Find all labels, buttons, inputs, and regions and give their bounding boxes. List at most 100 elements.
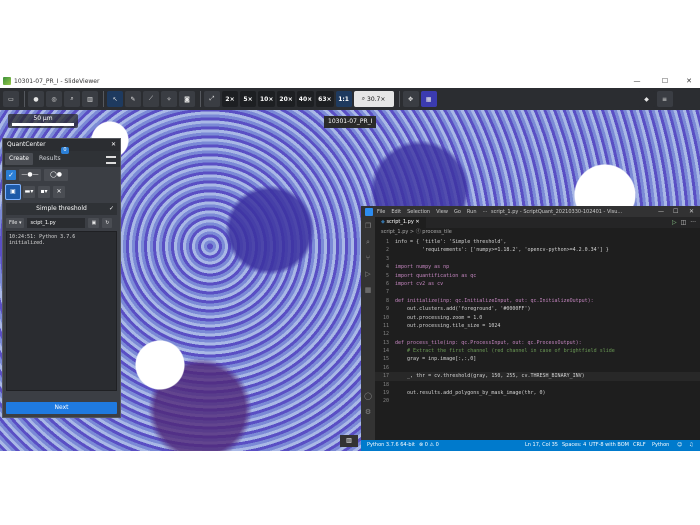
vscode-maximize-button[interactable]: ☐ — [673, 206, 678, 217]
script-icon[interactable]: ▣ — [5, 184, 21, 200]
editor-tab[interactable]: ◆ script_1.py ✕ — [375, 217, 426, 228]
extensions-icon[interactable]: ▦ — [361, 283, 375, 297]
status-indentation[interactable]: Spaces: 4 — [562, 440, 586, 451]
more-actions-icon[interactable]: ··· — [690, 219, 696, 226]
line-tool-icon[interactable]: —●— — [19, 169, 41, 181]
run-icon[interactable]: ▷ — [672, 219, 677, 226]
vscode-minimize-button[interactable]: — — [658, 206, 664, 217]
results-count-badge: 0 — [61, 147, 69, 154]
code-line[interactable]: 15 gray = inp.image[:,:,0] — [375, 355, 700, 363]
code-line[interactable]: 6 import cv2 as cv — [375, 280, 700, 288]
search-icon[interactable]: ⌕ — [64, 91, 80, 107]
code-line[interactable]: 3 — [375, 255, 700, 263]
edit-icon[interactable]: ▣ — [88, 218, 100, 228]
minimize-button[interactable]: — — [626, 74, 648, 88]
feedback-icon[interactable]: ☺ — [677, 440, 682, 451]
run-debug-icon[interactable]: ▷ — [361, 267, 375, 281]
panel-toggle-icon[interactable]: ▥ — [340, 435, 358, 447]
zoom-20x-button[interactable]: 20× — [277, 91, 295, 107]
status-eol[interactable]: CRLF — [633, 440, 646, 451]
annotation-icon[interactable]: ✎ — [125, 91, 141, 107]
account-icon[interactable]: ◯ — [361, 389, 375, 403]
pointer-icon[interactable]: ↖ — [107, 91, 123, 107]
code-line[interactable]: 13 def process_tile(inp: qc.ProcessInput,… — [375, 339, 700, 347]
line-number: 9 — [385, 306, 389, 313]
vscode-close-button[interactable]: ✕ — [689, 206, 694, 217]
menu-go[interactable]: Go — [454, 209, 461, 215]
code-editor[interactable]: 1 info = { 'title': 'Simple threshold', 2 … — [375, 238, 700, 440]
zoom-10x-button[interactable]: 10× — [258, 91, 276, 107]
settings-gear-icon[interactable]: ⚙ — [361, 405, 375, 419]
code-line[interactable]: 11 out.processing.tile_size = 1024 — [375, 322, 700, 330]
menu-more[interactable]: ··· — [483, 209, 488, 215]
magic-wand-icon[interactable]: ✧ — [161, 91, 177, 107]
zoom-5x-button[interactable]: 5× — [240, 91, 256, 107]
maximize-button[interactable]: ☐ — [654, 74, 676, 88]
next-button[interactable]: Next — [6, 402, 117, 414]
menu-icon[interactable]: ≡ — [656, 91, 673, 107]
folder-icon[interactable]: ▬▾ — [23, 186, 35, 198]
status-python-interpreter[interactable]: Python 3.7.6 64-bit — [367, 440, 415, 451]
tab-create[interactable]: Create — [5, 153, 33, 165]
code-line[interactable]: 14 # Extract the first channel (red chan… — [375, 347, 700, 355]
compass-icon[interactable]: ◎ — [46, 91, 62, 107]
code-line[interactable]: 17 _, thr = cv.threshold(gray, 150, 255,… — [375, 372, 700, 381]
status-encoding[interactable]: UTF-8 with BOM — [589, 440, 629, 451]
code-line[interactable]: 20 — [375, 397, 700, 405]
zoom-2x-button[interactable]: 2× — [222, 91, 238, 107]
status-language[interactable]: Python — [652, 440, 669, 451]
menu-view[interactable]: View — [436, 209, 448, 215]
zoom-40x-button[interactable]: 40× — [296, 91, 315, 107]
monitor-icon[interactable]: ▭ — [3, 91, 19, 107]
zoom-63x-button[interactable]: 63× — [316, 91, 334, 107]
explorer-icon[interactable]: ❐ — [361, 219, 375, 233]
fit-screen-icon[interactable]: ⤢ — [204, 91, 220, 107]
delete-icon[interactable]: ✕ — [53, 186, 65, 198]
code-line[interactable]: 5 import quantification as qc — [375, 272, 700, 280]
code-line[interactable]: 8 def initialize(inp: qc.InitializeInput,… — [375, 297, 700, 305]
line-text: import quantification as qc — [395, 272, 477, 279]
quant-icon[interactable]: ▦ — [420, 91, 437, 107]
menu-selection[interactable]: Selection — [407, 209, 430, 215]
zoom-value-field[interactable]: ⌕ 30.7× — [353, 91, 394, 107]
record-icon[interactable]: ● — [28, 91, 44, 107]
menu-edit[interactable]: Edit — [391, 209, 401, 215]
save-icon[interactable]: ▪▾ — [38, 186, 50, 198]
menu-file[interactable]: File — [377, 209, 385, 215]
code-line[interactable]: 12 — [375, 330, 700, 338]
enable-checkbox[interactable]: ✓ — [6, 170, 16, 180]
close-tab-icon[interactable]: ✕ — [415, 219, 419, 225]
code-line[interactable]: 1 info = { 'title': 'Simple threshold', — [375, 238, 700, 246]
code-line[interactable]: 19 out.results.add_polygons_by_mask_imag… — [375, 389, 700, 397]
code-line[interactable]: 4 import numpy as np — [375, 263, 700, 271]
code-line[interactable]: 16 — [375, 364, 700, 372]
barcode-icon[interactable]: ▥ — [82, 91, 98, 107]
tab-results[interactable]: Results 0 — [35, 147, 69, 165]
file-dropdown[interactable]: File ▾ — [6, 218, 25, 228]
reload-icon[interactable]: ↻ — [102, 218, 113, 228]
zoom-1-1-button[interactable]: 1:1 — [335, 91, 352, 107]
split-editor-icon[interactable]: ◫ — [681, 219, 687, 226]
shape-tool-icon[interactable]: ◯● — [44, 169, 68, 181]
code-line[interactable]: 7 — [375, 288, 700, 296]
hamburger-menu-icon[interactable] — [106, 156, 116, 164]
code-line[interactable]: 9 out.clusters.add('foreground', '#0000F… — [375, 305, 700, 313]
menu-run[interactable]: Run — [467, 209, 477, 215]
ruler-icon[interactable]: ⟋ — [143, 91, 159, 107]
status-problems[interactable]: ⊗ 0 ⚠ 0 — [419, 440, 439, 451]
close-icon[interactable]: ✕ — [111, 139, 116, 151]
toolbar-divider — [24, 91, 25, 107]
code-line[interactable]: 10 out.processing.zoom = 1.0 — [375, 314, 700, 322]
source-control-icon[interactable]: ⑂ — [361, 251, 375, 265]
status-cursor-position[interactable]: Ln 17, Col 35 — [525, 440, 558, 451]
notifications-icon[interactable]: ♫ — [689, 440, 693, 451]
code-line[interactable]: 18 — [375, 381, 700, 389]
code-line[interactable]: 2 'requirements': ['numpy>=1.18.2', 'ope… — [375, 246, 700, 254]
camera-icon[interactable]: ◙ — [179, 91, 195, 107]
close-window-button[interactable]: ✕ — [678, 74, 700, 88]
search-icon[interactable]: ⌕ — [361, 235, 375, 249]
line-text: import cv2 as cv — [395, 280, 444, 287]
breadcrumb[interactable]: script_1.py > ⓕ process_tile — [375, 228, 700, 237]
sync-icon[interactable]: ✥ — [402, 91, 419, 107]
script-select[interactable]: scipt_1.py — [27, 218, 86, 228]
